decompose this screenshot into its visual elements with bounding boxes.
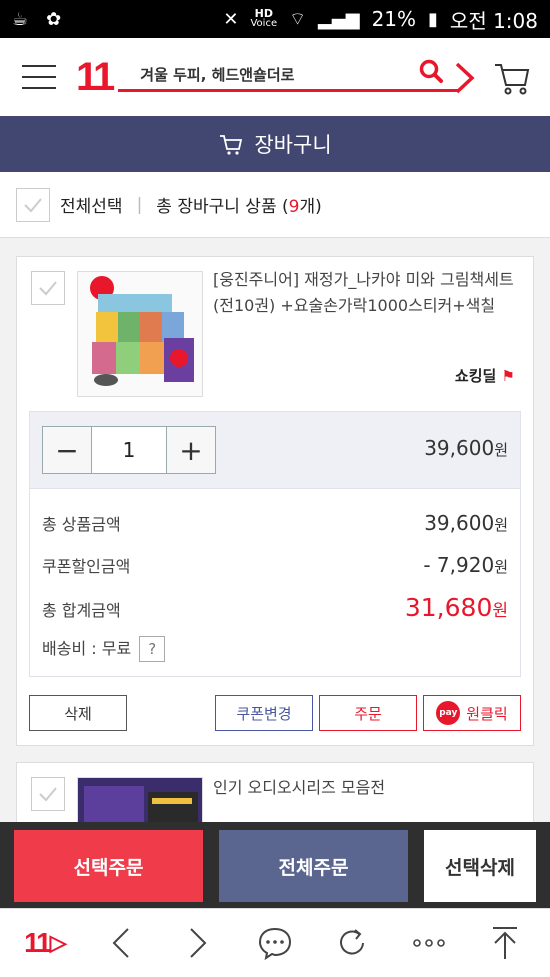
product-name[interactable]: 인기 오디오시리즈 모음전 xyxy=(213,775,521,801)
notification-icon: ✿ xyxy=(46,8,62,30)
search-bar[interactable]: 겨울 두피, 헤드앤숄더로 xyxy=(118,54,478,100)
item-checkbox[interactable] xyxy=(31,271,65,305)
battery-percent: 21% xyxy=(371,7,417,31)
hd-voice-icon: HD Voice xyxy=(250,7,278,29)
scroll-top-icon[interactable] xyxy=(483,921,527,965)
product-image[interactable] xyxy=(77,271,203,397)
shocking-deal-logo: 쇼킹딜 ⚑ xyxy=(454,367,515,385)
cart-icon xyxy=(220,135,243,155)
total-product-row: 총 상품금액 39,600원 xyxy=(42,511,508,535)
quantity-value[interactable]: 1 xyxy=(91,427,167,473)
cart-icon[interactable] xyxy=(492,57,532,97)
signal-icon: ▂▄▆ xyxy=(318,8,360,30)
help-icon[interactable]: ? xyxy=(139,636,166,662)
coupon-change-button[interactable]: 쿠폰변경 xyxy=(215,695,313,731)
clock: 오전 1:08 xyxy=(449,8,538,33)
wifi-icon: ⌔ xyxy=(289,8,307,30)
shipping-row: 배송비 : 무료 ? xyxy=(42,635,508,662)
app-header: 11 겨울 두피, 헤드앤숄더로 xyxy=(0,38,550,116)
check-icon xyxy=(39,787,57,802)
check-icon xyxy=(39,281,57,296)
search-underline xyxy=(118,89,459,92)
divider: | xyxy=(136,194,143,215)
coupon-discount-row: 쿠폰할인금액 - 7,920원 xyxy=(42,553,508,577)
plus-button[interactable]: + xyxy=(167,427,215,473)
status-bar: ☕ ✿ ✕ HD Voice ⌔ ▂▄▆ 21% ▮ 오전 1:08 xyxy=(0,0,550,38)
browser-nav-bar: 11 ▷ xyxy=(0,908,550,977)
check-icon xyxy=(24,197,42,212)
back-icon[interactable] xyxy=(99,921,143,965)
chat-icon[interactable] xyxy=(253,921,297,965)
select-all-label[interactable]: 전체선택 xyxy=(60,192,123,217)
order-action-bar: 선택주문 전체주문 선택삭제 xyxy=(0,822,550,908)
select-all-row: 전체선택 | 총 장바구니 상품 (9개) xyxy=(0,172,550,238)
order-button[interactable]: 주문 xyxy=(319,695,417,731)
search-icon[interactable] xyxy=(418,58,444,84)
price-summary: 총 상품금액 39,600원 쿠폰할인금액 - 7,920원 총 합계금액 31… xyxy=(29,489,521,677)
product-name[interactable]: [웅진주니어] 재정가_나카야 미와 그림책세트 (전10권) +요술손가락10… xyxy=(213,267,521,319)
delete-selected-button[interactable]: 선택삭제 xyxy=(424,830,536,902)
menu-icon[interactable] xyxy=(22,65,56,89)
unit-price: 39,600원 xyxy=(424,436,508,460)
oneclick-button[interactable]: pay 원클릭 xyxy=(423,695,521,731)
flag-icon: ⚑ xyxy=(501,367,515,385)
total-sum-row: 총 합계금액 31,680원 xyxy=(42,593,508,622)
search-arrow-icon xyxy=(456,62,475,94)
select-order-button[interactable]: 선택주문 xyxy=(14,830,203,902)
pay-icon: pay xyxy=(436,701,461,725)
item-actions: 삭제 쿠폰변경 주문 pay 원클릭 xyxy=(29,695,521,731)
forward-icon[interactable] xyxy=(176,921,220,965)
cart-item: [웅진주니어] 재정가_나카야 미와 그림책세트 (전10권) +요술손가락10… xyxy=(16,256,534,746)
more-icon[interactable] xyxy=(407,921,451,965)
home-logo[interactable]: 11 ▷ xyxy=(22,921,67,965)
all-order-button[interactable]: 전체주문 xyxy=(219,830,408,902)
select-all-checkbox[interactable] xyxy=(16,187,50,222)
minus-button[interactable]: − xyxy=(43,427,91,473)
cart-total-count: 총 장바구니 상품 (9개) xyxy=(156,197,322,217)
battery-icon: ▮ xyxy=(428,8,438,30)
quantity-section: − 1 + 39,600원 xyxy=(29,411,521,489)
item-checkbox[interactable] xyxy=(31,777,65,811)
search-text[interactable]: 겨울 두피, 헤드앤숄더로 xyxy=(140,64,294,85)
quantity-stepper: − 1 + xyxy=(42,426,216,474)
delete-button[interactable]: 삭제 xyxy=(29,695,127,731)
page-title-bar: 장바구니 xyxy=(0,116,550,172)
refresh-icon[interactable] xyxy=(330,921,374,965)
cup-icon: ☕ xyxy=(12,8,29,30)
logo[interactable]: 11 xyxy=(76,55,115,100)
page-title: 장바구니 xyxy=(254,133,332,157)
mute-icon: ✕ xyxy=(223,8,239,30)
